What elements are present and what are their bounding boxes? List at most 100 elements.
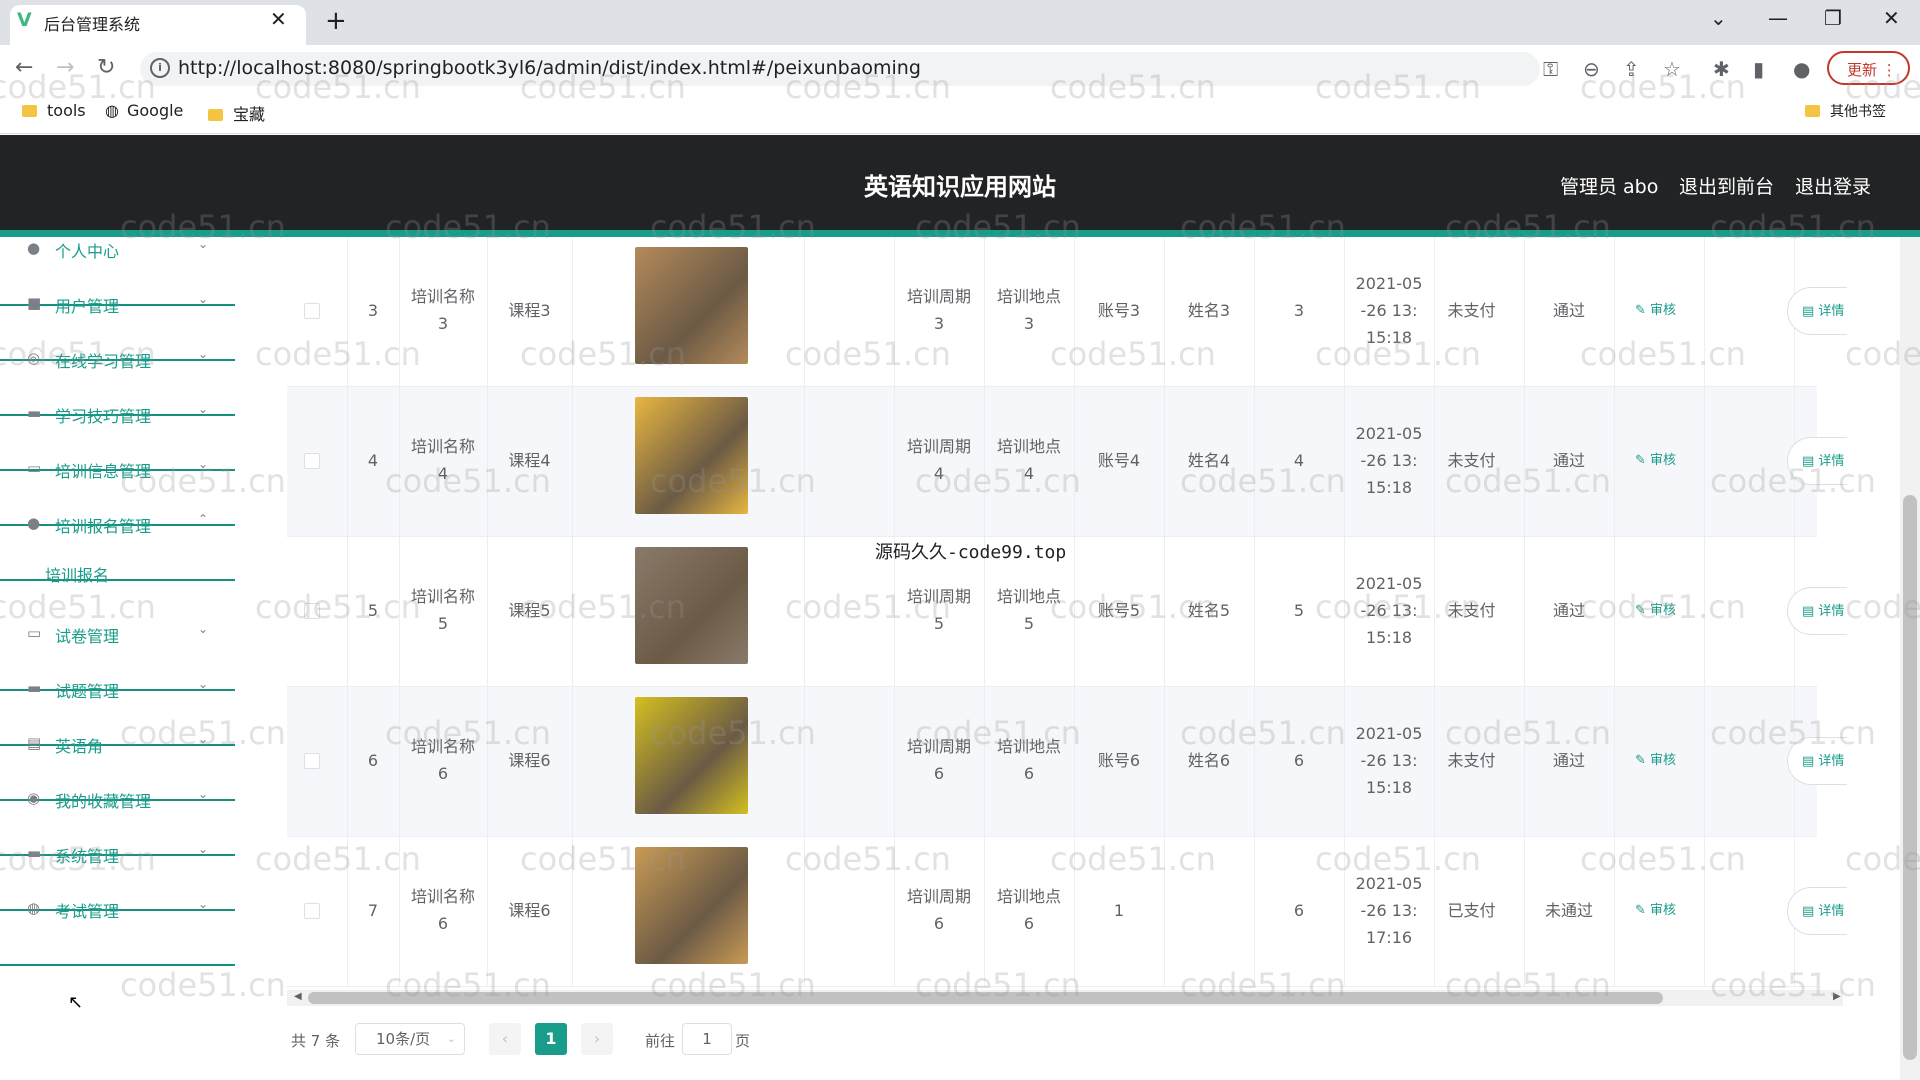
cell-training-name: 培训名称 6 (410, 887, 475, 933)
cell-audit-result: 通过 (1552, 751, 1585, 770)
bookmark-star-icon[interactable]: ☆ (1663, 57, 1681, 81)
cell-period: 培训周期 3 (906, 287, 971, 333)
cell-place: 培训地点 5 (996, 587, 1061, 633)
back-icon[interactable]: ← (15, 55, 33, 80)
learn-icon: ◎ (27, 349, 41, 367)
cell-account: 1 (1113, 901, 1125, 920)
vue-logo-icon: V (17, 9, 32, 31)
audit-button[interactable]: ✎ 审核 (1635, 299, 1676, 318)
scroll-right-icon[interactable]: ▶ (1833, 991, 1841, 1002)
column-divider (1704, 537, 1705, 687)
tab-close-icon[interactable]: ✕ (270, 7, 287, 31)
chevron-down-icon: ⌄ (198, 457, 209, 471)
cell-account: 账号5 (1097, 601, 1141, 620)
row-checkbox[interactable] (304, 603, 320, 619)
folder-icon (22, 105, 37, 117)
site-info-icon[interactable]: i (150, 58, 170, 78)
sidebar-item-label: 学习技巧管理 (55, 407, 152, 426)
other-bookmarks[interactable]: 其他书签 (1805, 101, 1886, 121)
extensions-icon[interactable]: ✱ (1713, 57, 1730, 81)
url-text[interactable]: http://localhost:8080/springbootk3yl6/ad… (178, 57, 921, 79)
detail-button[interactable]: ▤ 详情 (1787, 287, 1847, 335)
cell-account: 账号6 (1097, 751, 1141, 770)
signup-icon: ● (27, 514, 41, 532)
cell-audit-result: 通过 (1552, 451, 1585, 470)
detail-button[interactable]: ▤ 详情 (1787, 437, 1847, 485)
audit-button[interactable]: ✎ 审核 (1635, 749, 1676, 768)
cell-index: 6 (367, 751, 379, 770)
detail-button[interactable]: ▤ 详情 (1787, 587, 1847, 635)
column-divider (804, 837, 805, 987)
column-divider (1704, 237, 1705, 387)
tab-title: 后台管理系统 (44, 15, 141, 34)
reload-icon[interactable]: ↻ (97, 55, 115, 80)
update-button[interactable]: 更新 ⋮ (1827, 51, 1910, 85)
vertical-scroll-thumb[interactable] (1903, 495, 1917, 1060)
column-divider (1164, 837, 1165, 987)
table-row[interactable]: 3 培训名称 3 课程3 培训周期 3 培训地点 3 账号3 姓名3 3 2021-05 -26 13:… (287, 237, 1847, 387)
page-number-1[interactable]: 1 (535, 1023, 567, 1055)
row-checkbox[interactable] (304, 453, 320, 469)
cell-signup-time: 2021-05 -26 13: 17:16 (1355, 874, 1423, 947)
share-icon[interactable]: ⇪ (1623, 57, 1640, 81)
system-icon: ▬ (27, 844, 42, 862)
tab-search-icon[interactable]: ⌄ (1710, 6, 1727, 30)
audit-button[interactable]: ✎ 审核 (1635, 599, 1676, 618)
mouse-cursor-icon: ↖ (68, 992, 84, 1013)
chevron-down-icon: ⌄ (198, 732, 209, 746)
chevron-down-icon: ⌄ (198, 292, 209, 306)
cell-signup-time: 2021-05 -26 13: 15:18 (1355, 574, 1423, 647)
back-to-front-link[interactable]: 退出到前台 (1679, 172, 1774, 199)
page-size-select[interactable]: 10条/页 ⌄ (355, 1023, 465, 1055)
goto-page-input[interactable]: 1 (682, 1023, 732, 1055)
zoom-icon[interactable]: ⊖ (1583, 57, 1600, 81)
audit-button[interactable]: ✎ 审核 (1635, 899, 1676, 918)
goto-suffix: 页 (735, 1032, 751, 1050)
new-tab-button[interactable]: + (325, 6, 347, 36)
audit-button[interactable]: ✎ 审核 (1635, 449, 1676, 468)
detail-button[interactable]: ▤ 详情 (1787, 737, 1847, 785)
question-icon: ▬ (27, 679, 42, 697)
cell-signup-time: 2021-05 -26 13: 15:18 (1355, 424, 1423, 497)
user-icon: ● (27, 239, 41, 257)
cell-place: 培训地点 6 (996, 737, 1061, 783)
logout-link[interactable]: 退出登录 (1795, 172, 1871, 199)
training-thumbnail (635, 247, 748, 364)
horizontal-scroll-thumb[interactable] (308, 992, 1663, 1004)
scroll-left-icon[interactable]: ◀ (294, 991, 302, 1002)
key-icon[interactable]: ⚿ (1543, 57, 1558, 81)
row-checkbox[interactable] (304, 903, 320, 919)
cell-audit-result: 通过 (1552, 601, 1585, 620)
sidebar-subitem-signup[interactable]: 培训报名 (0, 562, 235, 617)
minimize-icon[interactable]: — (1768, 6, 1788, 30)
forward-icon[interactable]: → (56, 55, 74, 80)
cell-payment-status: 未支付 (1447, 301, 1496, 320)
bookmark-tools[interactable]: tools (22, 101, 86, 120)
exam-icon: ◍ (27, 899, 41, 917)
cell-training-name: 培训名称 4 (410, 437, 475, 483)
prev-page-button[interactable]: ‹ (489, 1023, 521, 1055)
column-divider (572, 837, 573, 987)
next-page-button[interactable]: › (581, 1023, 613, 1055)
cell-signup-time: 2021-05 -26 13: 15:18 (1355, 274, 1423, 347)
window-close-icon[interactable]: ✕ (1883, 6, 1900, 30)
sidepanel-icon[interactable]: ▮ (1753, 57, 1764, 81)
cell-number: 6 (1293, 751, 1305, 770)
table-row[interactable]: 6 培训名称 6 课程6 培训周期 6 培训地点 6 账号6 姓名6 6 2021-05 -26 13:… (287, 687, 1847, 837)
column-divider (1614, 387, 1615, 537)
detail-button[interactable]: ▤ 详情 (1787, 887, 1847, 935)
row-checkbox[interactable] (304, 753, 320, 769)
table-row[interactable]: 7 培训名称 6 课程6 培训周期 6 培训地点 6 1 6 2021-05 -26 13: 17:16… (287, 837, 1847, 987)
sidebar-item[interactable]: ◍ 考试管理 ⌄ (0, 897, 235, 966)
bookmark-treasure[interactable]: 宝藏 (208, 101, 265, 125)
row-checkbox[interactable] (304, 303, 320, 319)
sidebar-item-label: 考试管理 (55, 902, 120, 921)
table-row[interactable]: 4 培训名称 4 课程4 培训周期 4 培训地点 4 账号4 姓名4 4 2021-05 -26 13:… (287, 387, 1847, 537)
bookmarks-bar (0, 93, 1920, 134)
paper-icon: ▭ (27, 624, 42, 642)
profile-icon[interactable]: ● (1793, 57, 1810, 81)
cell-audit-result: 通过 (1552, 301, 1585, 320)
bookmark-google[interactable]: ◍ Google (105, 101, 183, 120)
cell-course: 课程6 (508, 751, 551, 770)
restore-icon[interactable]: ❐ (1824, 6, 1842, 30)
